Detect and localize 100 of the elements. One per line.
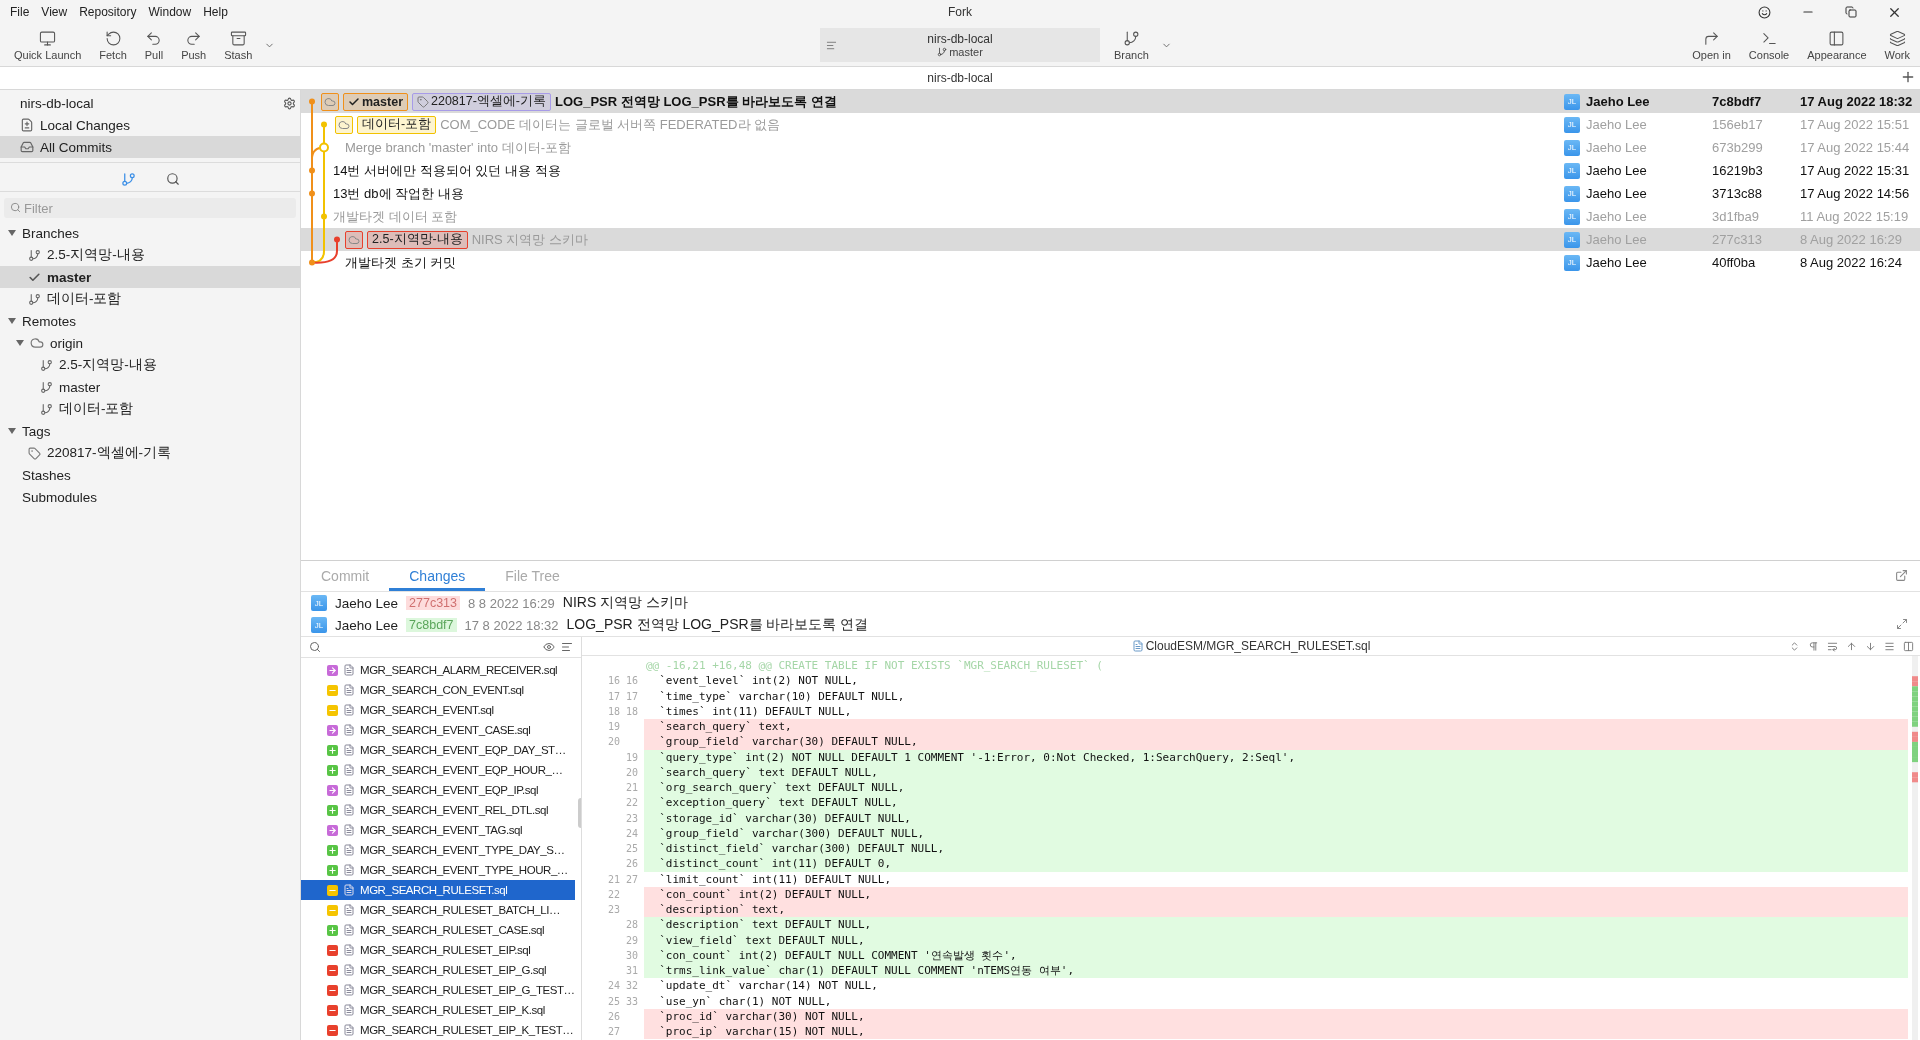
- sidebar-item[interactable]: 2.5-지역망-내용: [0, 354, 300, 376]
- commit-date: 17 Aug 2022 15:31: [1800, 163, 1911, 178]
- changed-entry[interactable]: MGR_SEARCH_ALARM_RECEIVER.sql: [301, 660, 575, 680]
- changed-entry[interactable]: MGR_SEARCH_RULESET_EIP.sql: [301, 940, 575, 960]
- expand-arrow-icon[interactable]: [16, 339, 24, 347]
- expand-arrow-icon[interactable]: [8, 317, 16, 325]
- line-number: 26: [606, 1009, 620, 1024]
- line-number: 16: [606, 674, 620, 689]
- sidebar-item[interactable]: 220817-엑셀에-기록: [0, 442, 300, 464]
- commit-row[interactable]: 14번 서버에만 적용되어 있던 내용 적용 JL Jaeho Lee 16219b3 17 Aug 2022 15:31: [301, 159, 1920, 182]
- changed-entry[interactable]: MGR_SEARCH_RULESET_EIP_G_TEST…: [301, 980, 575, 1000]
- sidebar-section[interactable]: Remotes: [0, 310, 300, 332]
- commit-author: Jaeho Lee: [1586, 209, 1647, 224]
- changed-entry[interactable]: MGR_SEARCH_EVENT.sql: [301, 700, 575, 720]
- feedback-icon[interactable]: [1758, 5, 1771, 19]
- settings-icon[interactable]: [283, 96, 296, 110]
- commit-row[interactable]: 13번 db에 작업한 내용 JL Jaeho Lee 3713c88 17 Aug 2022 14:56: [301, 182, 1920, 205]
- toolbar-button[interactable]: Pull: [138, 29, 170, 61]
- menu-icon[interactable]: [1884, 640, 1895, 652]
- branch-item[interactable]: 2.5-지역망-내용: [0, 244, 300, 266]
- wrap-icon[interactable]: [1827, 640, 1838, 652]
- changed-entry[interactable]: MGR_SEARCH_EVENT_EQP_DAY_ST…: [301, 740, 575, 760]
- sidebar-section[interactable]: Submodules: [0, 486, 300, 508]
- expand-icon[interactable]: [1896, 618, 1908, 630]
- branch-icon: [40, 402, 53, 416]
- changed-entry[interactable]: MGR_SEARCH_EVENT_REL_DTL.sql: [301, 800, 575, 820]
- commit-date: 8 8 2022 16:29: [468, 595, 555, 611]
- expand-arrow-icon[interactable]: [8, 229, 16, 237]
- changed-entry[interactable]: MGR_SEARCH_EVENT_CASE.sql: [301, 720, 575, 740]
- columns-icon[interactable]: [1903, 640, 1914, 652]
- sidebar-section[interactable]: Tags: [0, 420, 300, 442]
- changed-entry[interactable]: MGR_SEARCH_EVENT_TAG.sql: [301, 820, 575, 840]
- toolbar-button[interactable]: Work: [1878, 29, 1916, 61]
- commit-row[interactable]: 개발타겟 초기 커밋 JL Jaeho Lee 40ff0ba 8 Aug 2022 16:24: [301, 251, 1920, 274]
- sidebar-item[interactable]: Local Changes: [0, 114, 300, 136]
- repository-selector[interactable]: nirs-db-local master: [820, 28, 1100, 62]
- commit-graph-drawing: [309, 182, 325, 205]
- commit-row[interactable]: 2.5-지역망-내용 NIRS 지역망 스키마 JL Jaeho Lee 277c313 8 Aug 2022 16:29: [301, 228, 1920, 251]
- branch-button[interactable]: Branch: [1108, 29, 1155, 61]
- new-tab-button[interactable]: [1900, 69, 1916, 85]
- commit-hash: 277c313: [1712, 232, 1763, 247]
- restore-icon[interactable]: [1845, 6, 1857, 18]
- toolbar-button[interactable]: Fetch: [93, 29, 133, 61]
- branch-item[interactable]: 데이터-포함: [0, 288, 300, 310]
- sidebar-item[interactable]: All Commits: [0, 136, 300, 158]
- repository-tab[interactable]: nirs-db-local: [927, 71, 993, 85]
- pilcrow-icon[interactable]: [1808, 640, 1819, 652]
- changed-entry[interactable]: MGR_SEARCH_RULESET.sql: [301, 880, 575, 900]
- external-icon[interactable]: [1895, 569, 1908, 582]
- line-number: 25: [624, 842, 638, 856]
- commit-date: 8 Aug 2022 16:24: [1800, 255, 1903, 270]
- toolbar-button[interactable]: Open in: [1686, 29, 1737, 61]
- toolbar-button[interactable]: Stash: [218, 29, 259, 61]
- commit-row[interactable]: 데이터-포함 COM_CODE 데이터는 글로벌 서버쪽 FEDERATED라 없음 JL Jaeho Lee 156eb17 17 Aug 2022 15:51: [301, 113, 1920, 136]
- arrow-up-icon[interactable]: [1846, 640, 1857, 652]
- changed-entry[interactable]: MGR_SEARCH_EVENT_EQP_HOUR_…: [301, 760, 575, 780]
- menu-item[interactable]: Help: [197, 5, 234, 19]
- changed-entry[interactable]: MGR_SEARCH_RULESET_CASE.sql: [301, 920, 575, 940]
- branch-icon[interactable]: [120, 171, 136, 187]
- sidebar-item[interactable]: origin: [0, 332, 300, 354]
- sidebar-item[interactable]: master: [0, 376, 300, 398]
- changed-entry[interactable]: MGR_SEARCH_EVENT_EQP_IP.sql: [301, 780, 575, 800]
- search-icon: [10, 202, 21, 213]
- eye-icon[interactable]: [543, 641, 555, 653]
- sidebar-item[interactable]: 데이터-포함: [0, 398, 300, 420]
- commit-graph-drawing: [309, 159, 325, 182]
- line-number: 27: [606, 1025, 620, 1039]
- changed-entry[interactable]: MGR_SEARCH_RULESET_BATCH_LI…: [301, 900, 575, 920]
- search-icon[interactable]: [165, 172, 180, 186]
- line-number: 25: [606, 994, 620, 1009]
- file-icon: [343, 1004, 355, 1016]
- toolbar-button[interactable]: Quick Launch: [8, 29, 88, 61]
- changed-entry[interactable]: MGR_SEARCH_EVENT_TYPE_HOUR_…: [301, 860, 575, 880]
- branch-item[interactable]: master: [0, 266, 300, 288]
- repository-name: nirs-db-local: [20, 95, 94, 111]
- toolbar-button[interactable]: Appearance: [1801, 29, 1873, 61]
- changed-entry[interactable]: MGR_SEARCH_RULESET_EIP_K_TEST…: [301, 1020, 575, 1040]
- avatar: JL: [1564, 208, 1580, 225]
- changed-entry[interactable]: MGR_SEARCH_EVENT_TYPE_DAY_S…: [301, 840, 575, 860]
- commit-author: Jaeho Lee: [1586, 255, 1647, 270]
- changed-entry[interactable]: MGR_SEARCH_RULESET_EIP_K.sql: [301, 1000, 575, 1020]
- tab[interactable]: Changes: [389, 563, 486, 591]
- menu-item[interactable]: File: [4, 5, 36, 19]
- sidebar-section[interactable]: Stashes: [0, 464, 300, 486]
- arrow-down-icon[interactable]: [1865, 640, 1876, 652]
- filter-field[interactable]: Filter: [4, 198, 296, 218]
- sidebar-section[interactable]: Branches: [0, 222, 300, 244]
- search-icon[interactable]: [309, 641, 321, 653]
- expand-arrow-icon[interactable]: [8, 427, 16, 435]
- toolbar-button[interactable]: Push: [175, 29, 213, 61]
- changed-entry[interactable]: MGR_SEARCH_RULESET_EIP_G.sql: [301, 960, 575, 980]
- toolbar-button[interactable]: Console: [1742, 29, 1796, 61]
- list-icon: [826, 39, 837, 51]
- list-icon[interactable]: [561, 641, 573, 653]
- collapse-icon[interactable]: [1789, 640, 1800, 652]
- commit-row[interactable]: master 220817-엑셀에-기록 LOG_PSR 전역망 LOG_PSR를 바라보도록 연결 JL Jaeho Lee 7c8bdf7 17 Aug 2022 18:32: [301, 90, 1920, 113]
- changed-entry[interactable]: MGR_SEARCH_CON_EVENT.sql: [301, 680, 575, 700]
- menu-item[interactable]: Window: [142, 5, 198, 19]
- menu-item[interactable]: Repository: [73, 5, 143, 19]
- menu-item[interactable]: View: [35, 5, 74, 19]
